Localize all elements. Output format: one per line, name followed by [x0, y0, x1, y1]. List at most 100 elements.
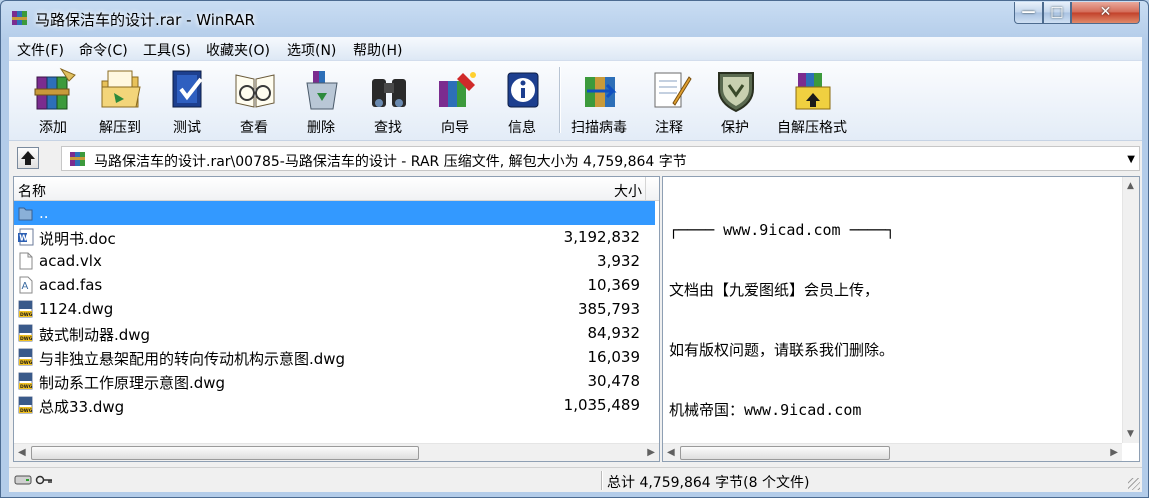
menu-tools[interactable]: 工具(S) — [141, 40, 193, 60]
find-button[interactable]: 查找 — [355, 65, 421, 137]
dwg-file-icon: DWG — [17, 372, 34, 390]
dwg-file-icon: DWG — [17, 324, 34, 342]
menu-favorites[interactable]: 收藏夹(O) — [204, 40, 272, 60]
comment-hscrollbar[interactable]: ◀ ▶ — [663, 443, 1122, 461]
comment-button[interactable]: 注释 — [636, 65, 702, 137]
file-list[interactable]: 名称 大小 .. W 说明书.doc 3,192,832 acad.vlx 3,932 Aa… — [13, 176, 660, 462]
path-text: 马路保洁车的设计.rar\00785-马路保洁车的设计 - RAR 压缩文件, … — [94, 154, 687, 170]
key-icon[interactable] — [35, 474, 53, 486]
view-button[interactable]: 查看 — [221, 65, 287, 137]
add-button[interactable]: 添加 — [20, 65, 86, 137]
archive-comment[interactable]: ┌──── www.9icad.com ────┐ 文档由【九爱图纸】会员上传，… — [662, 176, 1140, 462]
menu-help[interactable]: 帮助(H) — [351, 40, 404, 60]
extract-folder-icon — [101, 70, 141, 108]
svg-text:A: A — [22, 281, 29, 292]
sfx-button[interactable]: 自解压格式 — [777, 65, 847, 137]
toolbar: 添加 解压到 测试 查看 删除 查找 向导 信息 扫描病毒 注释 保护 自解压格… — [9, 61, 1142, 141]
file-row[interactable]: DWG 1124.dwg 385,793 — [14, 297, 655, 321]
menu-file[interactable]: 文件(F) — [15, 40, 66, 60]
scroll-up-icon[interactable]: ▲ — [1127, 181, 1134, 191]
file-name: 1124.dwg — [39, 300, 114, 318]
svg-text:W: W — [19, 234, 28, 243]
file-row[interactable]: DWG 与非独立悬架配用的转向传动机构示意图.dwg 16,039 — [14, 345, 655, 369]
menu-bar: 文件(F) 命令(C) 工具(S) 收藏夹(O) 选项(N) 帮助(H) — [9, 37, 1142, 61]
up-one-level-button[interactable] — [17, 147, 39, 169]
delete-button[interactable]: 删除 — [288, 65, 354, 137]
scroll-right-icon[interactable]: ▶ — [1110, 447, 1118, 458]
resize-grip[interactable] — [1128, 478, 1140, 490]
file-row[interactable]: DWG 鼓式制动器.dwg 84,932 — [14, 321, 655, 345]
column-header-size[interactable]: 大小 — [614, 181, 642, 201]
dropdown-arrow-icon[interactable]: ▼ — [1127, 154, 1135, 165]
path-combobox[interactable]: 马路保洁车的设计.rar\00785-马路保洁车的设计 - RAR 压缩文件, … — [61, 146, 1140, 171]
dwg-file-icon: DWG — [17, 348, 34, 366]
file-name: 说明书.doc — [39, 230, 116, 248]
test-book-icon — [172, 70, 203, 108]
delete-recycle-icon — [306, 71, 338, 110]
file-row[interactable]: DWG 总成33.dwg 1,035,489 — [14, 393, 655, 417]
info-label: 信息 — [508, 120, 536, 136]
column-header-name[interactable]: 名称 — [18, 181, 46, 201]
menu-command[interactable]: 命令(C) — [77, 40, 130, 60]
comment-line: ┌──── www.9icad.com ────┐ — [669, 221, 895, 239]
comment-notepad-icon — [654, 72, 692, 108]
dwg-file-icon: DWG — [17, 396, 34, 414]
scroll-left-icon[interactable]: ◀ — [667, 447, 675, 458]
status-bar: 总计 4,759,864 字节(8 个文件) — [9, 467, 1142, 492]
drive-icon[interactable] — [14, 474, 32, 486]
comment-line: 文档由【九爱图纸】会员上传， — [669, 281, 880, 299]
file-row[interactable]: Aacad.fas 10,369 — [14, 273, 655, 297]
parent-folder-icon — [17, 204, 34, 222]
add-books-icon — [34, 67, 76, 110]
scroll-thumb[interactable] — [680, 446, 890, 460]
dwg-file-icon: DWG — [17, 300, 34, 318]
wizard-button[interactable]: 向导 — [422, 65, 488, 137]
virus-scan-button[interactable]: 扫描病毒 — [566, 65, 632, 137]
client-area: 文件(F) 命令(C) 工具(S) 收藏夹(O) 选项(N) 帮助(H) 添加 — [9, 37, 1142, 492]
column-divider[interactable] — [645, 177, 646, 201]
view-glasses-icon — [235, 74, 275, 108]
info-button[interactable]: 信息 — [489, 65, 555, 137]
test-button[interactable]: 测试 — [154, 65, 220, 137]
maximize-button[interactable]: □ — [1043, 2, 1071, 24]
virus-scan-icon — [585, 77, 617, 107]
minimize-icon: — — [1021, 4, 1036, 20]
file-row[interactable]: acad.vlx 3,932 — [14, 249, 655, 273]
file-size: 385,793 — [577, 300, 640, 318]
file-name: 制动系工作原理示意图.dwg — [39, 374, 226, 392]
file-row[interactable]: W 说明书.doc 3,192,832 — [14, 225, 655, 249]
svg-text:DWG: DWG — [20, 360, 33, 366]
file-list-header: 名称 大小 — [14, 177, 659, 201]
word-doc-icon: W — [17, 228, 34, 246]
scroll-down-icon[interactable]: ▼ — [1127, 429, 1134, 439]
file-size: 30,478 — [587, 372, 641, 390]
comment-line: 如有版权问题，请联系我们删除。 — [669, 341, 895, 359]
comment-vscrollbar[interactable]: ▲ ▼ — [1122, 177, 1139, 443]
file-name: acad.vlx — [39, 252, 102, 270]
status-summary: 总计 4,759,864 字节(8 个文件) — [607, 475, 810, 491]
close-button[interactable]: ✕ — [1071, 2, 1140, 24]
protect-button[interactable]: 保护 — [702, 65, 768, 137]
file-list-hscrollbar[interactable]: ◀ ▶ — [14, 443, 659, 461]
menu-options[interactable]: 选项(N) — [285, 40, 338, 60]
file-name: .. — [39, 204, 49, 222]
up-arrow-icon — [21, 151, 35, 165]
svg-text:DWG: DWG — [20, 408, 33, 414]
scroll-thumb[interactable] — [31, 446, 419, 460]
address-bar: 马路保洁车的设计.rar\00785-马路保洁车的设计 - RAR 压缩文件, … — [9, 142, 1142, 174]
minimize-button[interactable]: — — [1014, 2, 1043, 24]
file-size: 10,369 — [587, 276, 641, 294]
scroll-left-icon[interactable]: ◀ — [18, 447, 26, 458]
svg-text:DWG: DWG — [20, 312, 33, 318]
svg-text:DWG: DWG — [20, 336, 33, 342]
window-title: 马路保洁车的设计.rar - WinRAR — [35, 11, 255, 29]
scroll-right-icon[interactable]: ▶ — [647, 447, 655, 458]
file-size: 3,932 — [597, 252, 640, 270]
file-row[interactable]: DWG 制动系工作原理示意图.dwg 30,478 — [14, 369, 655, 393]
file-row[interactable]: .. — [14, 201, 655, 225]
file-name: 与非独立悬架配用的转向传动机构示意图.dwg — [39, 350, 346, 368]
sfx-icon — [795, 73, 831, 110]
extract-to-button[interactable]: 解压到 — [87, 65, 153, 137]
file-size: 16,039 — [587, 348, 641, 366]
title-bar[interactable]: 马路保洁车的设计.rar - WinRAR — □ ✕ — [1, 1, 1148, 35]
